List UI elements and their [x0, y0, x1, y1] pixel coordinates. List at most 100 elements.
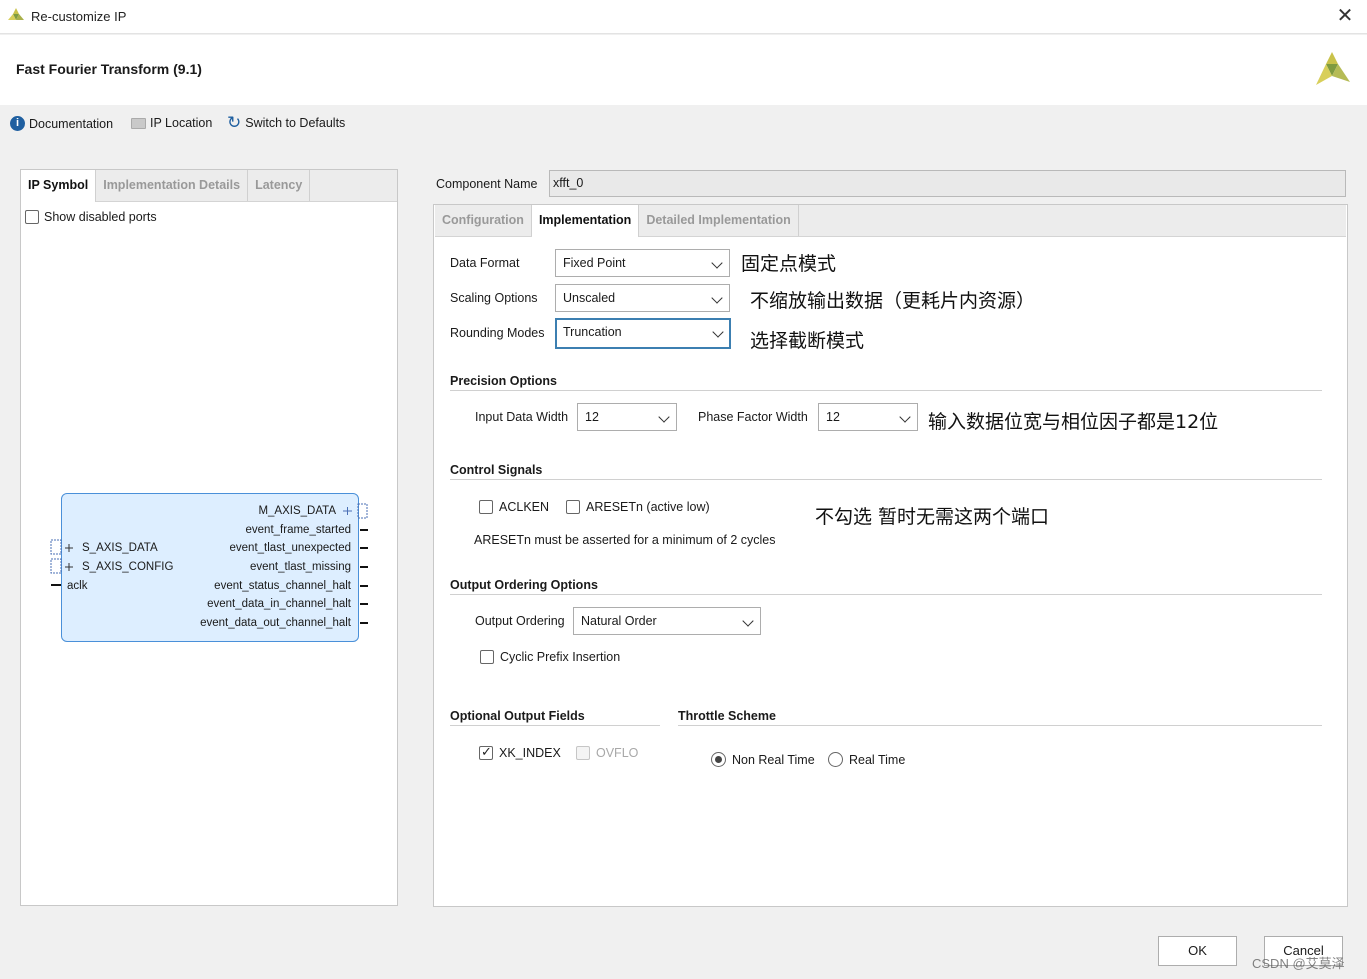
tab-implementation[interactable]: Implementation — [531, 205, 640, 237]
ok-button[interactable]: OK — [1158, 936, 1237, 966]
left-tabbar: IP Symbol Implementation Details Latency — [21, 170, 397, 202]
csdn-watermark: CSDN @艾莫泽 — [1252, 956, 1345, 971]
header-band — [0, 35, 1367, 105]
info-icon: i — [10, 116, 25, 131]
cyclic-prefix-checkbox[interactable]: Cyclic Prefix Insertion — [480, 650, 620, 664]
tab-detailed-implementation[interactable]: Detailed Implementation — [639, 205, 799, 236]
real-time-radio[interactable]: Real Time — [828, 752, 905, 767]
switch-defaults-link[interactable]: ↻ Switch to Defaults — [227, 113, 346, 132]
chevron-down-icon — [712, 326, 724, 338]
port-aclk: aclk — [67, 580, 88, 592]
port-s-axis-config: S_AXIS_CONFIG — [82, 561, 174, 573]
port-event-data-out-channel-halt: event_data_out_channel_halt — [200, 617, 351, 629]
checkbox-box[interactable] — [566, 500, 580, 514]
annotation-scaling: 不缩放输出数据（更耗片内资源） — [750, 290, 1036, 312]
port-m-axis-data: M_AXIS_DATA — [258, 505, 336, 517]
input-data-width-value: 12 — [585, 410, 599, 424]
component-name-field[interactable]: xfft_0 — [549, 170, 1346, 197]
switch-defaults-label: Switch to Defaults — [245, 116, 346, 130]
chevron-down-icon — [658, 411, 670, 423]
left-bus-icons — [50, 539, 73, 574]
precision-options-title: Precision Options — [450, 374, 557, 388]
window-title: Re-customize IP — [31, 9, 127, 24]
aclken-label: ACLKEN — [499, 500, 550, 514]
aresetn-note: ARESETn must be asserted for a minimum o… — [474, 533, 776, 547]
annotation-rounding: 选择截断模式 — [750, 330, 865, 352]
checkbox-box[interactable] — [479, 500, 493, 514]
xk-index-checkbox[interactable]: XK_INDEX — [479, 744, 561, 760]
documentation-link[interactable]: i Documentation — [10, 116, 113, 131]
divider — [450, 725, 660, 726]
pin — [360, 622, 368, 624]
port-s-axis-data: S_AXIS_DATA — [82, 542, 158, 554]
data-format-value: Fixed Point — [563, 256, 626, 270]
port-event-tlast-unexpected: event_tlast_unexpected — [229, 542, 351, 554]
port-event-status-channel-halt: event_status_channel_halt — [214, 580, 351, 592]
xk-index-label: XK_INDEX — [499, 746, 561, 760]
chevron-down-icon — [711, 257, 723, 269]
non-real-time-label: Non Real Time — [732, 752, 815, 767]
rounding-modes-select[interactable]: Truncation — [555, 318, 731, 349]
optional-output-fields-title: Optional Output Fields — [450, 709, 585, 723]
tab-latency[interactable]: Latency — [248, 170, 311, 201]
pin — [360, 547, 368, 549]
non-real-time-radio[interactable]: Non Real Time — [711, 752, 815, 767]
annotation-precision: 输入数据位宽与相位因子都是12位 — [928, 411, 1219, 433]
throttle-scheme-title: Throttle Scheme — [678, 709, 776, 723]
xilinx-logo-icon — [1316, 52, 1350, 85]
phase-factor-width-select[interactable]: 12 — [818, 403, 918, 431]
tab-ip-symbol[interactable]: IP Symbol — [21, 170, 97, 202]
rounding-modes-value: Truncation — [563, 325, 622, 339]
data-format-select[interactable]: Fixed Point — [555, 249, 730, 277]
cyclic-prefix-label: Cyclic Prefix Insertion — [500, 650, 621, 664]
rounding-modes-label: Rounding Modes — [450, 326, 545, 340]
input-data-width-select[interactable]: 12 — [577, 403, 677, 431]
m-axis-bus-icon — [343, 503, 368, 519]
divider — [678, 725, 1322, 726]
annotation-control: 不勾选 暂时无需这两个端口 — [815, 506, 1050, 528]
aclken-checkbox[interactable]: ACLKEN — [479, 500, 549, 514]
ip-location-link[interactable]: IP Location — [131, 116, 212, 130]
input-data-width-label: Input Data Width — [475, 410, 569, 424]
checkbox-box[interactable] — [479, 744, 493, 760]
ip-title: Fast Fourier Transform (9.1) — [16, 61, 202, 77]
output-ordering-title: Output Ordering Options — [450, 578, 598, 592]
scaling-options-select[interactable]: Unscaled — [555, 284, 730, 312]
aresetn-label: ARESETn (active low) — [586, 500, 710, 514]
output-ordering-value: Natural Order — [581, 614, 657, 628]
tab-implementation-details[interactable]: Implementation Details — [96, 170, 249, 201]
close-icon[interactable]: ✕ — [1333, 4, 1357, 28]
data-format-label: Data Format — [450, 256, 520, 270]
radio-circle[interactable] — [828, 752, 843, 767]
ip-location-label: IP Location — [150, 116, 213, 130]
tab-configuration[interactable]: Configuration — [435, 205, 532, 236]
component-name-label: Component Name — [436, 177, 538, 191]
divider — [450, 479, 1322, 480]
ovflo-label: OVFLO — [596, 746, 639, 760]
output-ordering-select[interactable]: Natural Order — [573, 607, 761, 635]
radio-circle[interactable] — [711, 752, 726, 767]
phase-factor-width-label: Phase Factor Width — [698, 410, 808, 424]
real-time-label: Real Time — [849, 752, 906, 767]
aclk-pin — [51, 584, 61, 586]
scaling-options-value: Unscaled — [563, 291, 616, 305]
divider — [450, 390, 1322, 391]
port-event-frame-started: event_frame_started — [245, 524, 351, 536]
pin — [360, 585, 368, 587]
port-event-tlast-missing: event_tlast_missing — [250, 561, 351, 573]
chevron-down-icon — [742, 615, 754, 627]
checkbox-box[interactable] — [480, 650, 494, 664]
pin — [360, 529, 368, 531]
refresh-icon: ↻ — [227, 113, 242, 132]
title-bar — [0, 0, 1367, 34]
show-disabled-ports-checkbox[interactable]: Show disabled ports — [25, 210, 157, 224]
checkbox-box[interactable] — [25, 210, 39, 224]
aresetn-checkbox[interactable]: ARESETn (active low) — [566, 500, 710, 514]
divider — [450, 594, 1322, 595]
control-signals-title: Control Signals — [450, 463, 543, 477]
output-ordering-label: Output Ordering — [475, 614, 565, 628]
vivado-logo-icon — [8, 8, 24, 20]
pin — [360, 603, 368, 605]
phase-factor-width-value: 12 — [826, 410, 840, 424]
annotation-data-format: 固定点模式 — [741, 253, 837, 275]
